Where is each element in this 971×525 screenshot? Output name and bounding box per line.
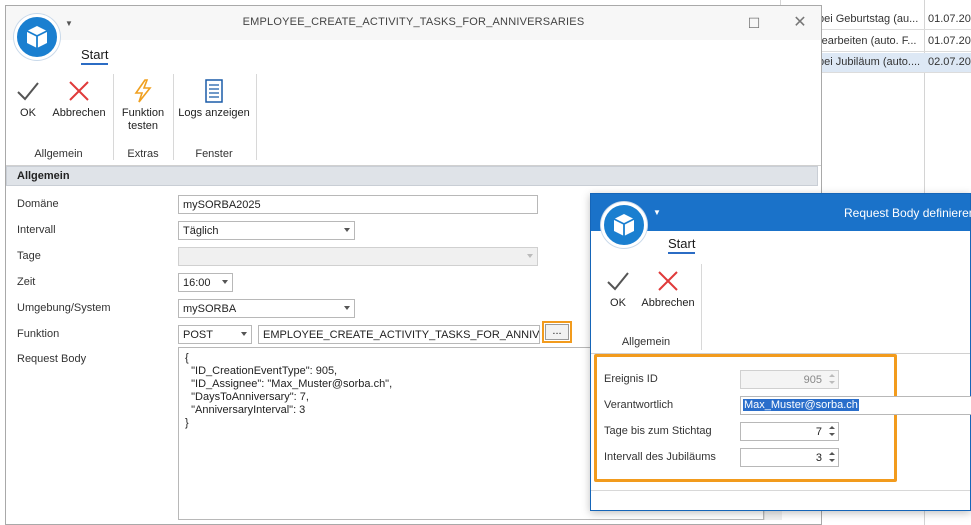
dialog-ribbon-group-general: Allgemein: [621, 336, 671, 348]
ribbon: OK Abbrechen Funktion testen Logs anzeig…: [6, 68, 821, 166]
days-to-deadline-value: 7: [815, 426, 822, 438]
anniversary-interval-label: Intervall des Jubiläums: [604, 451, 716, 463]
dialog-ribbon: OK Abbrechen Allgemein: [591, 258, 970, 354]
environment-value: mySORBA: [183, 303, 237, 315]
event-id-value: 905: [803, 374, 822, 386]
function-label: Funktion: [17, 328, 60, 340]
test-function-label-2: testen: [128, 120, 158, 132]
chevron-down-icon: [241, 332, 247, 336]
chevron-down-icon: [344, 306, 350, 310]
ribbon-separator: [701, 264, 702, 350]
event-id-label: Ereignis ID: [604, 373, 658, 385]
interval-value: Täglich: [183, 225, 219, 237]
dialog-ok-label: OK: [610, 297, 626, 309]
show-logs-label: Logs anzeigen: [178, 107, 250, 119]
spin-arrows-icon[interactable]: [828, 373, 836, 386]
grid-cell-date: 02.07.20: [928, 56, 971, 68]
domain-value: mySORBA2025: [183, 199, 261, 211]
chevron-down-icon: [527, 254, 533, 258]
http-method-select[interactable]: POST: [178, 325, 252, 344]
chevron-down-icon[interactable]: ▼: [653, 208, 661, 217]
anniversary-interval-stepper[interactable]: 3: [740, 448, 839, 467]
spin-arrows-icon[interactable]: [828, 451, 836, 464]
grid-cell-name: bei Geburtstag (au...: [818, 13, 919, 25]
window-title: EMPLOYEE_CREATE_ACTIVITY_TASKS_FOR_ANNIV…: [242, 16, 585, 28]
title-bar: EMPLOYEE_CREATE_ACTIVITY_TASKS_FOR_ANNIV…: [6, 6, 821, 40]
dialog-title-bar: Request Body definieren (1: [591, 194, 971, 231]
chevron-down-icon: [222, 280, 228, 284]
cube-icon: [613, 214, 635, 236]
log-list-icon: [205, 79, 223, 103]
ribbon-group-extras: Extras: [127, 148, 159, 160]
lightning-icon: [134, 79, 152, 103]
cross-icon: [69, 81, 89, 101]
ellipsis-label: ...: [545, 324, 569, 340]
interval-select[interactable]: Täglich: [178, 221, 355, 240]
function-value: EMPLOYEE_CREATE_ACTIVITY_TASKS_FOR_ANNIV…: [263, 329, 540, 341]
anniversary-interval-value: 3: [815, 452, 822, 464]
environment-select[interactable]: mySORBA: [178, 299, 355, 318]
cross-icon: [658, 271, 678, 291]
cube-icon: [26, 26, 48, 48]
request-body-label: Request Body: [17, 353, 87, 365]
tab-start[interactable]: Start: [81, 47, 109, 65]
dialog-ok-button[interactable]: OK: [603, 268, 633, 310]
chevron-down-icon: [344, 228, 350, 232]
days-to-deadline-stepper[interactable]: 7: [740, 422, 839, 441]
test-function-button[interactable]: Funktion testen: [118, 78, 168, 133]
show-logs-button[interactable]: Logs anzeigen: [178, 78, 250, 120]
ok-button[interactable]: OK: [12, 78, 44, 120]
chevron-down-icon[interactable]: ▼: [65, 19, 73, 28]
dialog-app-logo[interactable]: [601, 202, 647, 248]
days-to-deadline-label: Tage bis zum Stichtag: [604, 425, 712, 437]
days-select[interactable]: [178, 247, 538, 266]
grid-cell-name: bei Jubiläum (auto....: [818, 56, 921, 68]
dialog-divider: [591, 490, 970, 491]
time-select[interactable]: 16:00: [178, 273, 233, 292]
test-function-label-1: Funktion: [121, 107, 165, 119]
cancel-label: Abbrechen: [52, 107, 106, 119]
domain-field[interactable]: mySORBA2025: [178, 195, 538, 214]
grid-cell-date: 01.07.20: [928, 35, 971, 47]
ribbon-group-window: Fenster: [195, 148, 233, 160]
domain-label: Domäne: [17, 198, 59, 210]
time-label: Zeit: [17, 276, 36, 288]
days-label: Tage: [17, 250, 41, 262]
cancel-button[interactable]: Abbrechen: [50, 78, 108, 120]
ok-label: OK: [20, 107, 36, 119]
request-body-dialog: Request Body definieren (1 ▼ Start OK Ab…: [590, 193, 971, 511]
time-value: 16:00: [183, 277, 211, 289]
checkmark-icon: [607, 272, 629, 291]
function-browse-button[interactable]: ...: [542, 321, 572, 343]
interval-label: Intervall: [17, 224, 56, 236]
http-method-value: POST: [183, 329, 213, 341]
function-field[interactable]: EMPLOYEE_CREATE_ACTIVITY_TASKS_FOR_ANNIV…: [258, 325, 540, 344]
event-id-stepper[interactable]: 905: [740, 370, 839, 389]
dialog-tab-start[interactable]: Start: [668, 236, 696, 254]
dialog-cancel-button[interactable]: Abbrechen: [639, 268, 697, 310]
dialog-title: Request Body definieren (1: [844, 206, 971, 220]
spin-arrows-icon[interactable]: [828, 425, 836, 438]
close-button[interactable]: ✕: [789, 12, 811, 34]
responsible-field[interactable]: Max_Muster@sorba.ch: [740, 396, 971, 415]
maximize-button[interactable]: ☐: [743, 12, 765, 34]
ribbon-separator: [256, 74, 257, 160]
ribbon-group-general: Allgemein: [34, 148, 83, 160]
grid-cell-name: rearbeiten (auto. F...: [818, 35, 917, 47]
app-logo[interactable]: [14, 14, 60, 60]
dialog-cancel-label: Abbrechen: [641, 297, 695, 309]
checkmark-icon: [17, 82, 39, 101]
responsible-label: Verantwortlich: [604, 399, 674, 411]
environment-label: Umgebung/System: [17, 302, 111, 314]
section-header: Allgemein: [6, 166, 818, 186]
grid-cell-date: 01.07.20: [928, 13, 971, 25]
responsible-value: Max_Muster@sorba.ch: [743, 399, 859, 411]
